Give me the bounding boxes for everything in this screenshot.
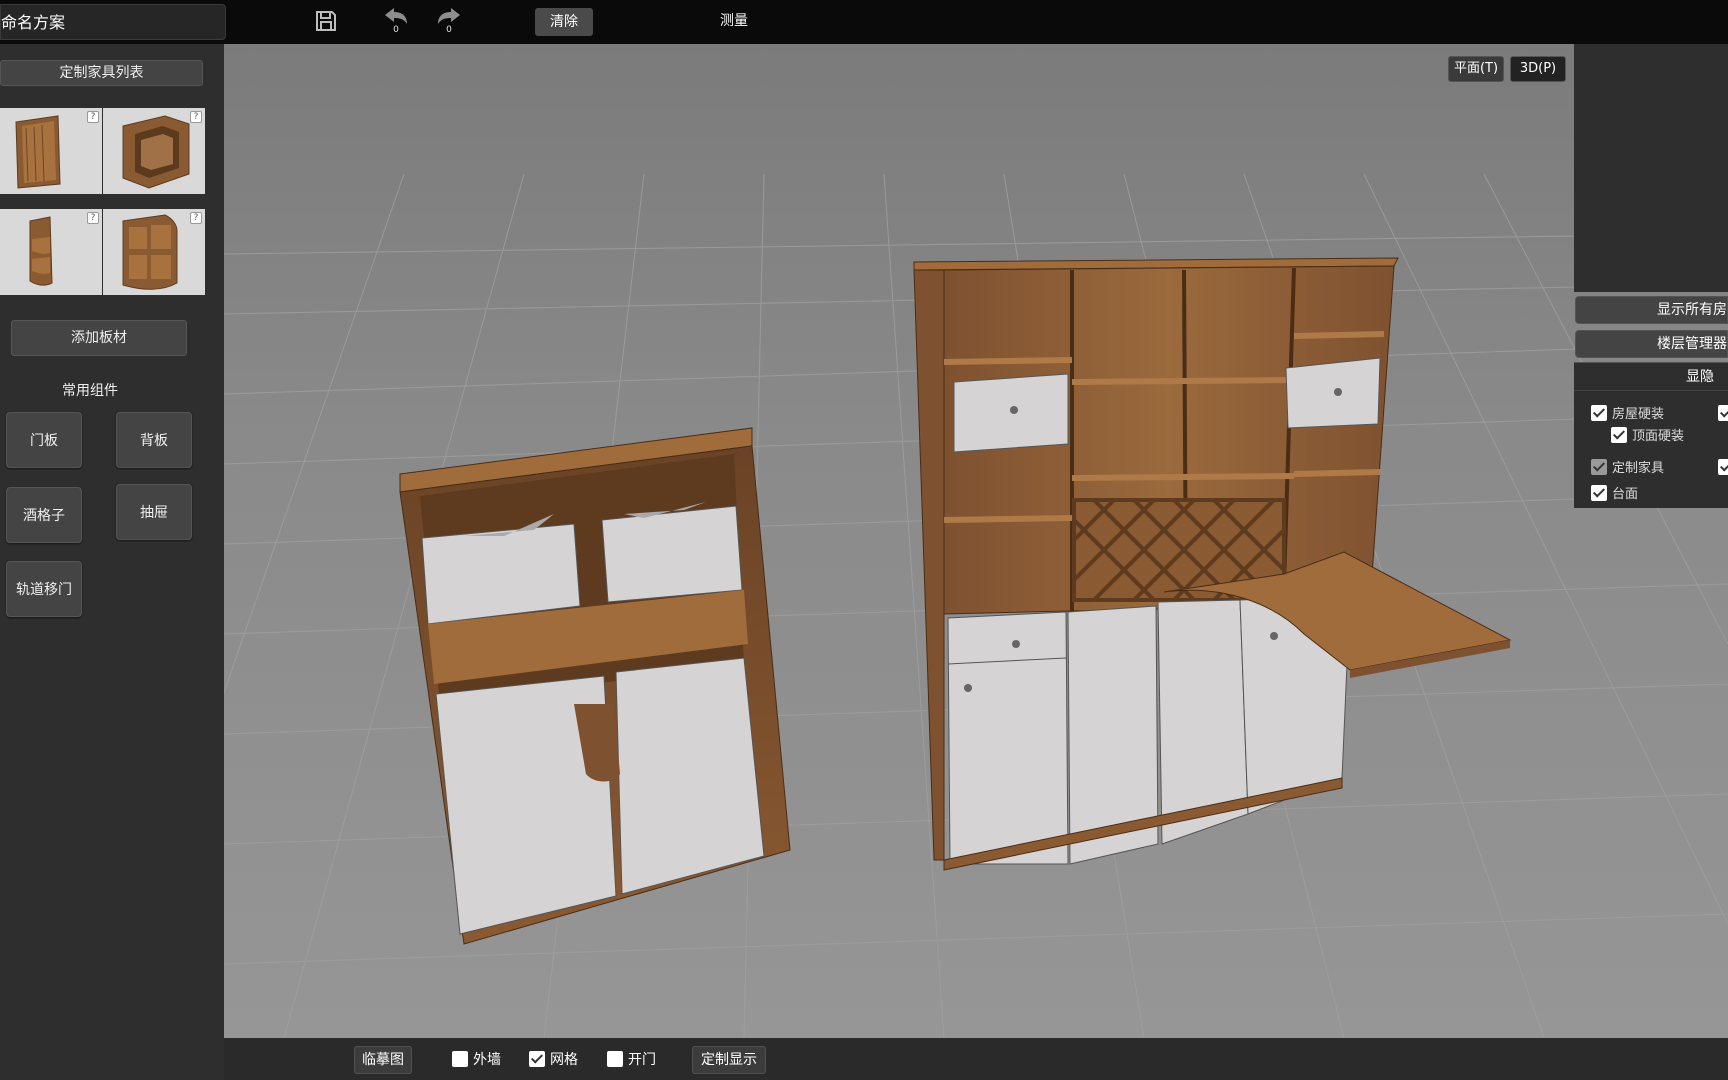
undo-button[interactable]: 0 [383, 6, 409, 35]
redo-count: 0 [446, 25, 452, 35]
checkbox-label: 台面 [1612, 487, 1639, 502]
checkbox-label: 房屋硬装 [1612, 407, 1665, 422]
help-icon[interactable]: ? [190, 212, 202, 224]
redo-button[interactable]: 0 [436, 6, 462, 35]
checkbox-box[interactable] [452, 1051, 468, 1067]
save-button[interactable] [314, 9, 338, 33]
checkbox-house-hardscape[interactable]: 房屋硬装 [1591, 403, 1664, 422]
checkbox-outer-wall[interactable]: 外墙 [452, 1049, 501, 1069]
cabinet-left [399, 427, 791, 945]
3d-scene [224, 173, 1728, 1038]
checkbox-label: 开门 [628, 1052, 656, 1068]
checkbox-box[interactable] [1591, 484, 1607, 501]
top-toolbar: 命名方案 0 0 清除 测量 [0, 0, 1728, 44]
common-components-title: 常用组件 [62, 383, 118, 399]
app-root: 命名方案 0 0 清除 测量 定制家具列表 ? ? ? ? 添加板材 常用组件 … [0, 0, 1728, 1080]
component-back-panel[interactable]: 背板 [116, 412, 192, 468]
3d-viewport[interactable]: 平面(T) 3D(P) [224, 44, 1728, 1038]
checkbox-label: 网格 [550, 1052, 578, 1068]
checkbox-extra-2[interactable] [1718, 459, 1728, 475]
checkbox-extra-1[interactable] [1718, 405, 1728, 421]
bottom-toolbar: 临摹图 外墙 网格 开门 定制显示 [224, 1038, 1728, 1080]
custom-display-button[interactable]: 定制显示 [692, 1046, 766, 1074]
checkbox-box[interactable] [1591, 458, 1607, 475]
left-panel: 定制家具列表 ? ? ? ? 添加板材 常用组件 门板 背板 酒格子 抽屉 轨道… [0, 44, 224, 1080]
component-drawer[interactable]: 抽屉 [116, 484, 192, 540]
checkbox-label: 定制家具 [1612, 461, 1665, 476]
checkbox-box[interactable] [1591, 404, 1607, 421]
checkbox-countertop[interactable]: 台面 [1591, 483, 1638, 502]
plan-view-button[interactable]: 平面(T) [1448, 56, 1504, 82]
help-icon[interactable]: ? [87, 111, 99, 123]
3d-view-button[interactable]: 3D(P) [1510, 56, 1566, 82]
checkbox-grid[interactable]: 网格 [529, 1049, 578, 1069]
right-panel-blank [1574, 44, 1728, 292]
checkbox-label: 顶面硬装 [1632, 429, 1685, 444]
save-icon [316, 11, 336, 31]
redo-icon [438, 8, 460, 24]
cabinet-right [913, 257, 1512, 871]
component-wine-rack[interactable]: 酒格子 [6, 487, 82, 543]
help-icon[interactable]: ? [190, 111, 202, 123]
help-icon[interactable]: ? [87, 212, 99, 224]
clear-button[interactable]: 清除 [535, 8, 593, 36]
floor-manager-button[interactable]: 楼层管理器 [1575, 330, 1728, 358]
furniture-list-button[interactable]: 定制家具列表 [0, 60, 203, 86]
thumbnail-cube-frame[interactable]: ? [103, 108, 205, 194]
thumbnail-cabinet-tall[interactable]: ? [0, 108, 102, 194]
undo-count: 0 [393, 25, 399, 35]
show-all-rooms-button[interactable]: 显示所有房 [1575, 296, 1728, 324]
thumbnail-corner-round-shelf[interactable]: ? [0, 209, 102, 295]
checkbox-box[interactable] [1611, 426, 1627, 443]
add-board-button[interactable]: 添加板材 [11, 320, 187, 356]
project-name-field[interactable]: 命名方案 [0, 4, 226, 40]
checkbox-open-door[interactable]: 开门 [607, 1049, 656, 1069]
checkbox-box[interactable] [607, 1051, 623, 1067]
checkbox-ceiling-hardscape[interactable]: 顶面硬装 [1611, 425, 1684, 444]
visibility-panel: 显隐 房屋硬装 顶面硬装 定制家具 台面 [1574, 362, 1728, 508]
trace-image-button[interactable]: 临摹图 [354, 1046, 412, 1074]
visibility-title: 显隐 [1574, 363, 1728, 391]
component-sliding-door[interactable]: 轨道移门 [6, 561, 82, 617]
checkbox-label: 外墙 [473, 1052, 501, 1068]
measure-button[interactable]: 测量 [720, 10, 748, 32]
checkbox-custom-furniture[interactable]: 定制家具 [1591, 457, 1664, 476]
thumbnail-corner-shelf[interactable]: ? [103, 209, 205, 295]
checkbox-box[interactable] [529, 1051, 545, 1067]
component-door-panel[interactable]: 门板 [6, 412, 82, 468]
undo-icon [385, 8, 407, 24]
